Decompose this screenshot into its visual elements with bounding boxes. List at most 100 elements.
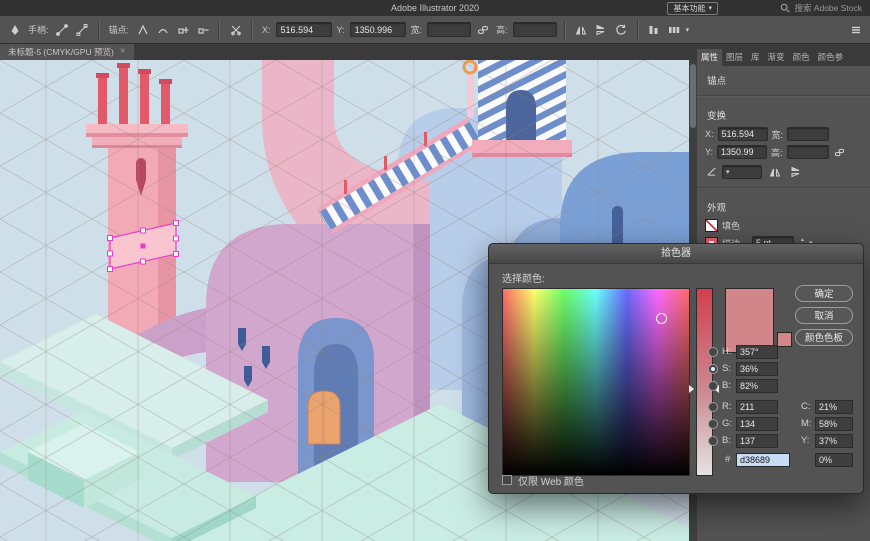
r-input[interactable]: 211 — [736, 400, 778, 414]
align-objects-icon[interactable] — [646, 21, 663, 38]
hide-handles-icon[interactable] — [74, 21, 91, 38]
search-placeholder: 搜索 Adobe Stock — [794, 2, 862, 13]
panel-menu-icon[interactable] — [847, 21, 864, 38]
y-input[interactable]: 1350.996 — [349, 22, 406, 37]
flip-horizontal-icon[interactable] — [766, 163, 783, 180]
tab-properties[interactable]: 属性 — [697, 49, 723, 66]
angle-icon — [705, 165, 718, 178]
r-radio[interactable] — [708, 402, 718, 412]
y-cmyk-input[interactable]: 37% — [815, 434, 853, 448]
distribute-objects-icon[interactable] — [666, 21, 683, 38]
flip-horizontal-icon[interactable] — [573, 21, 590, 38]
hex-prefix-label: # — [725, 454, 731, 465]
height-input[interactable] — [512, 22, 557, 37]
document-tab-title: 未标题-5 (CMYK/GPU 预览) — [8, 47, 114, 57]
chevron-down-icon: ▾ — [726, 168, 730, 176]
b2-input[interactable]: 137 — [736, 434, 778, 448]
cut-path-icon[interactable] — [227, 21, 244, 38]
appearance-section-header: 外观 — [707, 203, 727, 214]
select-color-label: 选择颜色: — [502, 274, 545, 285]
panel-w-label: 宽: — [771, 129, 784, 140]
document-tab[interactable]: 未标题-5 (CMYK/GPU 预览) ✕ — [0, 44, 134, 60]
g-input[interactable]: 134 — [736, 417, 778, 431]
transform-section-header: 变换 — [707, 111, 727, 122]
tab-color-guide[interactable]: 颜色参 — [814, 49, 848, 66]
panel-y-label: Y: — [705, 147, 714, 157]
web-colors-checkbox[interactable] — [502, 475, 512, 485]
b-input[interactable]: 82% — [736, 379, 778, 393]
app-title: Adobe Illustrator 2020 — [390, 3, 480, 13]
panel-tab-bar: 属性 图层 库 渐变 颜色 颜色参 — [697, 49, 870, 66]
height-label: 高: — [496, 25, 508, 35]
tab-color[interactable]: 颜色 — [789, 49, 814, 66]
anchor-section-header: 锚点 — [707, 76, 727, 87]
color-picker-dialog: 拾色器 选择颜色: 确定 取消 颜色色板 H: 357° S: 36% B: 8… — [488, 243, 864, 494]
h-radio[interactable] — [708, 347, 718, 357]
tab-libraries[interactable]: 库 — [747, 49, 764, 66]
color-swatches-button[interactable]: 颜色色板 — [795, 329, 853, 346]
b2-label: B: — [722, 435, 731, 446]
flip-vertical-icon[interactable] — [787, 163, 804, 180]
panel-w-input[interactable] — [787, 127, 830, 141]
convert-smooth-anchor-icon[interactable] — [154, 21, 171, 38]
b-radio[interactable] — [708, 381, 718, 391]
g-radio[interactable] — [708, 419, 718, 429]
separator — [97, 19, 100, 40]
show-handles-icon[interactable] — [54, 21, 71, 38]
color-field[interactable] — [502, 288, 690, 476]
m-input[interactable]: 58% — [815, 417, 853, 431]
chevron-down-icon: ▾ — [708, 5, 712, 12]
k-input[interactable]: 0% — [815, 453, 853, 467]
s-input[interactable]: 36% — [736, 362, 778, 376]
divider — [697, 95, 870, 96]
ok-button[interactable]: 确定 — [795, 285, 853, 302]
c-label: C: — [801, 401, 811, 412]
panel-y-input[interactable]: 1350.99 — [717, 145, 768, 159]
tab-layers[interactable]: 图层 — [722, 49, 747, 66]
g-label: G: — [722, 418, 733, 429]
hex-input[interactable]: d38689 — [736, 453, 790, 467]
cancel-button[interactable]: 取消 — [795, 307, 853, 324]
link-dimensions-icon[interactable] — [833, 146, 846, 159]
constrain-proportions-icon[interactable] — [474, 21, 491, 38]
previous-color-swatch — [777, 332, 792, 347]
workspace-label: 基本功能 — [673, 4, 706, 13]
b-label: B: — [722, 380, 731, 391]
vertical-scrollbar-thumb[interactable] — [690, 64, 696, 128]
remove-anchor-icon[interactable] — [194, 21, 211, 38]
anchor-point-tool-icon — [6, 21, 23, 38]
b2-radio[interactable] — [708, 436, 718, 446]
document-tab-strip: 未标题-5 (CMYK/GPU 预览) ✕ — [0, 44, 697, 60]
app-window: Adobe Illustrator 2020 基本功能 ▾ 搜索 Adobe S… — [0, 0, 870, 541]
panel-x-input[interactable]: 516.594 — [717, 127, 768, 141]
search-icon — [779, 2, 790, 13]
chevron-down-icon[interactable]: ▾ — [686, 26, 690, 34]
stock-search-input[interactable]: 搜索 Adobe Stock — [779, 1, 862, 14]
x-label: X: — [262, 24, 271, 35]
flip-vertical-icon[interactable] — [593, 21, 610, 38]
h-label: H: — [722, 346, 732, 357]
panel-h-input[interactable] — [786, 145, 829, 159]
h-input[interactable]: 357° — [736, 345, 778, 359]
panel-x-label: X: — [705, 129, 714, 139]
y-label: Y: — [336, 24, 345, 35]
close-tab-icon[interactable]: ✕ — [120, 44, 126, 60]
c-input[interactable]: 21% — [815, 400, 853, 414]
rotate-icon[interactable] — [613, 21, 630, 38]
fill-swatch[interactable] — [705, 219, 718, 232]
add-anchor-icon[interactable] — [174, 21, 191, 38]
width-input[interactable] — [427, 22, 472, 37]
tab-gradient[interactable]: 渐变 — [764, 49, 789, 66]
color-field-marker[interactable] — [656, 313, 667, 324]
control-bar: 手柄: 锚点: X: 516.594 Y: 1350.996 宽: 高: ▾ — [0, 16, 870, 44]
dialog-title-bar[interactable]: 拾色器 — [489, 244, 863, 264]
slider-marker-left-icon[interactable] — [689, 385, 694, 393]
angle-input[interactable]: ▾ — [722, 164, 762, 179]
x-input[interactable]: 516.594 — [275, 22, 332, 37]
convert-corner-anchor-icon[interactable] — [134, 21, 151, 38]
s-radio[interactable] — [708, 364, 718, 374]
m-label: M: — [801, 418, 812, 429]
y-cmyk-label: Y: — [801, 435, 810, 446]
workspace-switcher-button[interactable]: 基本功能 ▾ — [667, 2, 718, 15]
width-label: 宽: — [410, 25, 423, 35]
